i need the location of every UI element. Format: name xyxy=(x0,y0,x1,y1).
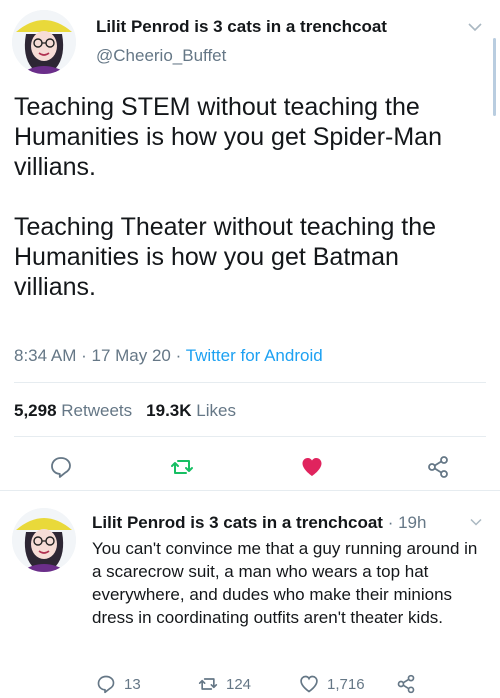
like-count: 1,716 xyxy=(327,675,365,693)
chevron-down-icon[interactable] xyxy=(466,18,484,36)
likes-label: Likes xyxy=(196,401,236,420)
reply-button[interactable]: 13 xyxy=(96,673,141,695)
heart-icon[interactable] xyxy=(300,455,324,479)
display-name[interactable]: Lilit Penrod is 3 cats in a trenchcoat xyxy=(96,17,387,37)
tweet-source-link[interactable]: Twitter for Android xyxy=(186,346,323,365)
tweet-text: Teaching STEM without teaching the Human… xyxy=(14,93,442,301)
retweets-label: Retweets xyxy=(61,401,133,420)
user-handle[interactable]: @Cheerio_Buffet xyxy=(96,46,226,66)
divider xyxy=(14,382,486,383)
display-name[interactable]: Lilit Penrod is 3 cats in a trenchcoat xyxy=(92,513,383,532)
avatar[interactable] xyxy=(12,10,76,74)
share-button[interactable] xyxy=(396,673,424,695)
retweet-icon[interactable] xyxy=(170,455,194,479)
heart-icon xyxy=(300,675,318,693)
retweets-count: 5,298 xyxy=(14,401,57,420)
retweet-button[interactable]: 124 xyxy=(198,673,251,695)
retweet-count: 124 xyxy=(226,675,252,693)
reply-header: Lilit Penrod is 3 cats in a trenchcoat ·… xyxy=(92,513,426,533)
tweet-date: 17 May 20 xyxy=(91,346,171,365)
tweet-time: 19h xyxy=(398,513,427,532)
tweet-text: You can't convince me that a guy running… xyxy=(92,539,478,627)
tweet-time: 8:34 AM xyxy=(14,346,77,365)
divider xyxy=(0,490,500,491)
reply-icon[interactable] xyxy=(49,455,73,479)
retweets-stat[interactable]: 5,298 Retweets xyxy=(14,401,132,420)
avatar[interactable] xyxy=(12,508,76,572)
share-icon[interactable] xyxy=(426,455,450,479)
engagement-stats: 5,298 Retweets 19.3K Likes xyxy=(14,401,236,421)
likes-count: 19.3K xyxy=(146,401,192,420)
meta-separator: · xyxy=(382,513,399,532)
reply-icon xyxy=(97,675,115,694)
meta-separator: · xyxy=(76,346,92,365)
retweet-icon xyxy=(198,678,218,690)
reply-count: 13 xyxy=(124,675,141,693)
divider xyxy=(14,436,486,437)
tweet-meta: 8:34 AM · 17 May 20 · Twitter for Androi… xyxy=(14,346,323,366)
like-button[interactable]: 1,716 xyxy=(299,673,365,695)
share-icon xyxy=(397,674,415,694)
meta-separator: · xyxy=(170,346,186,365)
likes-stat[interactable]: 19.3K Likes xyxy=(146,401,236,420)
chevron-down-icon[interactable] xyxy=(468,514,484,530)
main-tweet: Lilit Penrod is 3 cats in a trenchcoat @… xyxy=(0,0,500,488)
